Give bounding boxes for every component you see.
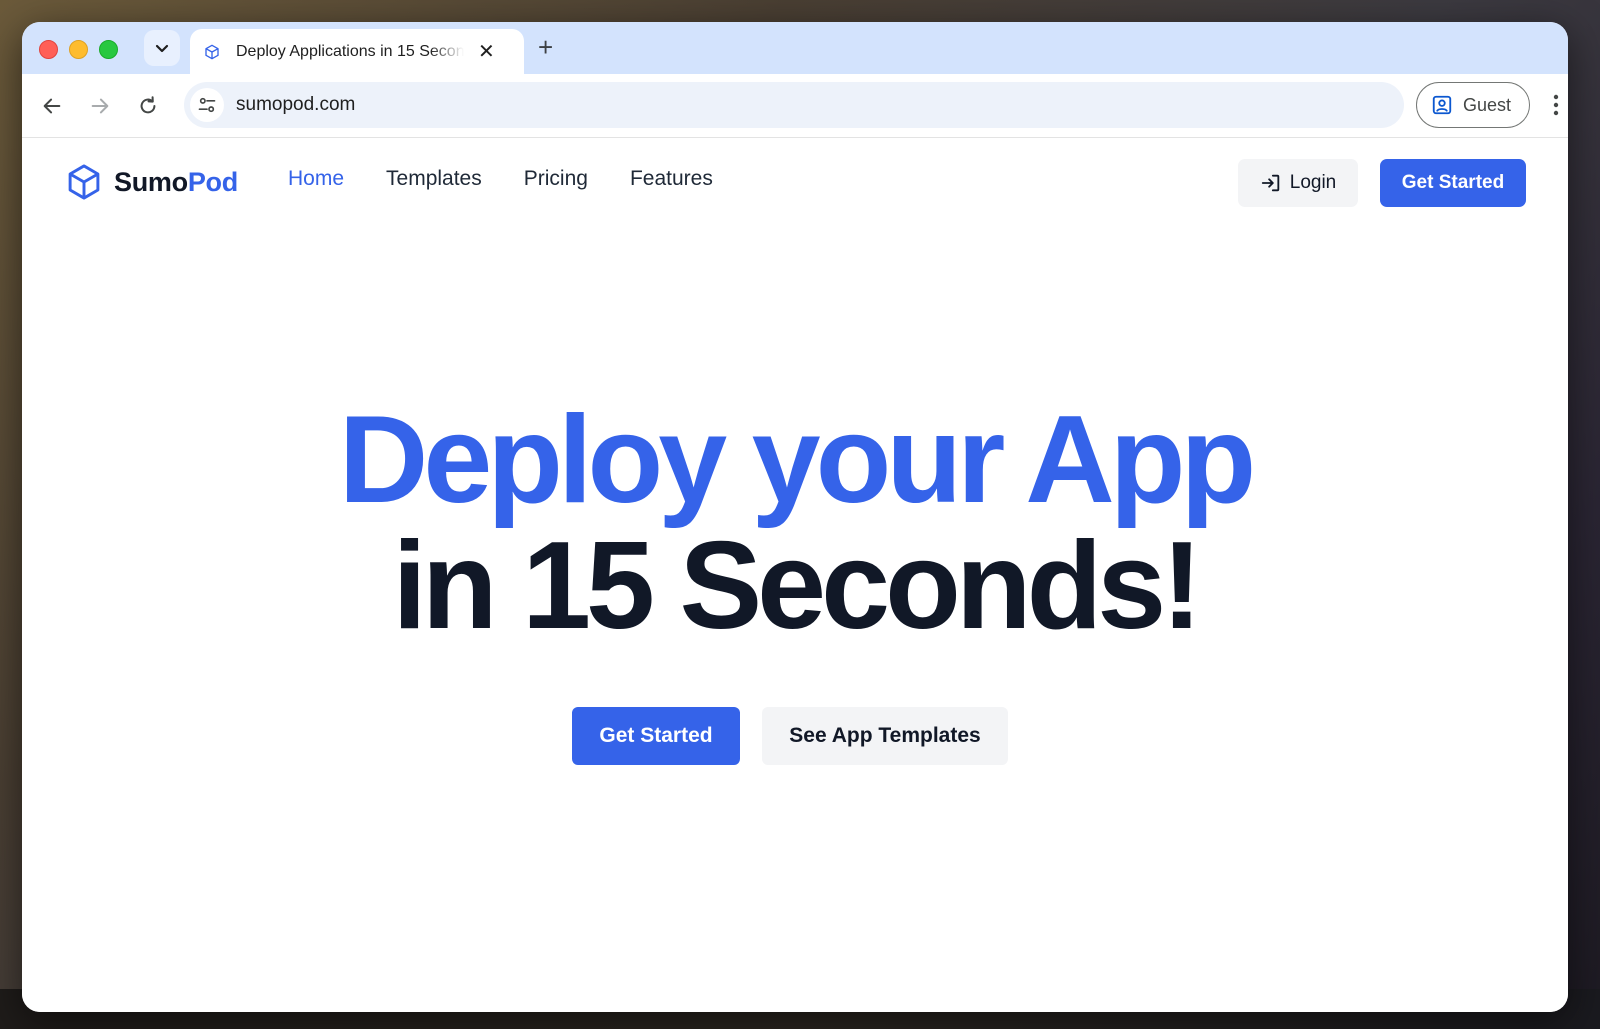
nav-link-features[interactable]: Features: [630, 167, 713, 191]
hero-heading-line2: in 15 Seconds!: [392, 517, 1202, 655]
forward-button[interactable]: [86, 92, 114, 120]
window-controls: [39, 40, 118, 59]
browser-toolbar: sumopod.com Guest: [22, 74, 1568, 138]
site-header: SumoPod Home Templates Pricing Features …: [22, 139, 1568, 229]
back-button[interactable]: [38, 92, 66, 120]
hero-actions: Get Started See App Templates: [22, 707, 1568, 765]
get-started-button-header[interactable]: Get Started: [1380, 159, 1526, 207]
login-icon: [1261, 174, 1279, 192]
profile-icon: [1432, 95, 1452, 115]
main-nav: Home Templates Pricing Features: [288, 167, 713, 191]
web-page: SumoPod Home Templates Pricing Features …: [22, 139, 1568, 1012]
site-info-button[interactable]: [190, 88, 224, 122]
chevron-down-icon: [155, 44, 169, 53]
profile-label: Guest: [1463, 94, 1512, 115]
arrow-right-icon: [91, 98, 109, 114]
cube-icon: [204, 43, 222, 61]
close-window-button[interactable]: [39, 40, 58, 59]
arrow-left-icon: [43, 98, 61, 114]
minimize-window-button[interactable]: [69, 40, 88, 59]
active-tab[interactable]: Deploy Applications in 15 Seconds ✕: [190, 29, 524, 74]
profile-button[interactable]: Guest: [1416, 82, 1530, 128]
cube-logo-icon: [68, 164, 100, 200]
nav-link-home[interactable]: Home: [288, 167, 344, 191]
brand-name-part1: Sumo: [114, 166, 188, 197]
tune-icon: [198, 97, 216, 113]
nav-link-templates[interactable]: Templates: [386, 167, 482, 191]
tab-strip: Deploy Applications in 15 Seconds ✕ +: [22, 22, 1568, 74]
new-tab-button[interactable]: +: [538, 34, 553, 60]
more-vertical-icon: [1553, 94, 1559, 116]
url-text: sumopod.com: [236, 94, 356, 115]
tab-search-button[interactable]: [144, 30, 180, 66]
maximize-window-button[interactable]: [99, 40, 118, 59]
hero-section: Deploy your App in 15 Seconds!: [22, 397, 1568, 649]
tab-title: Deploy Applications in 15 Seconds: [236, 42, 464, 60]
address-bar[interactable]: sumopod.com: [184, 82, 1404, 128]
nav-link-pricing[interactable]: Pricing: [524, 167, 588, 191]
brand-logo[interactable]: SumoPod: [66, 163, 238, 201]
login-label: Login: [1289, 172, 1337, 193]
reload-button[interactable]: [134, 92, 162, 120]
brand-name-part2: Pod: [187, 166, 238, 197]
login-button[interactable]: Login: [1238, 159, 1358, 207]
see-app-templates-button[interactable]: See App Templates: [762, 707, 1008, 765]
browser-window: Deploy Applications in 15 Seconds ✕ + su…: [22, 22, 1568, 1012]
reload-icon: [140, 96, 156, 114]
brand-name: SumoPod: [114, 167, 238, 198]
hero-heading-line1: Deploy your App: [338, 391, 1256, 529]
browser-menu-button[interactable]: [1552, 94, 1560, 121]
get-started-button[interactable]: Get Started: [572, 707, 740, 765]
close-tab-icon[interactable]: ✕: [478, 42, 495, 62]
